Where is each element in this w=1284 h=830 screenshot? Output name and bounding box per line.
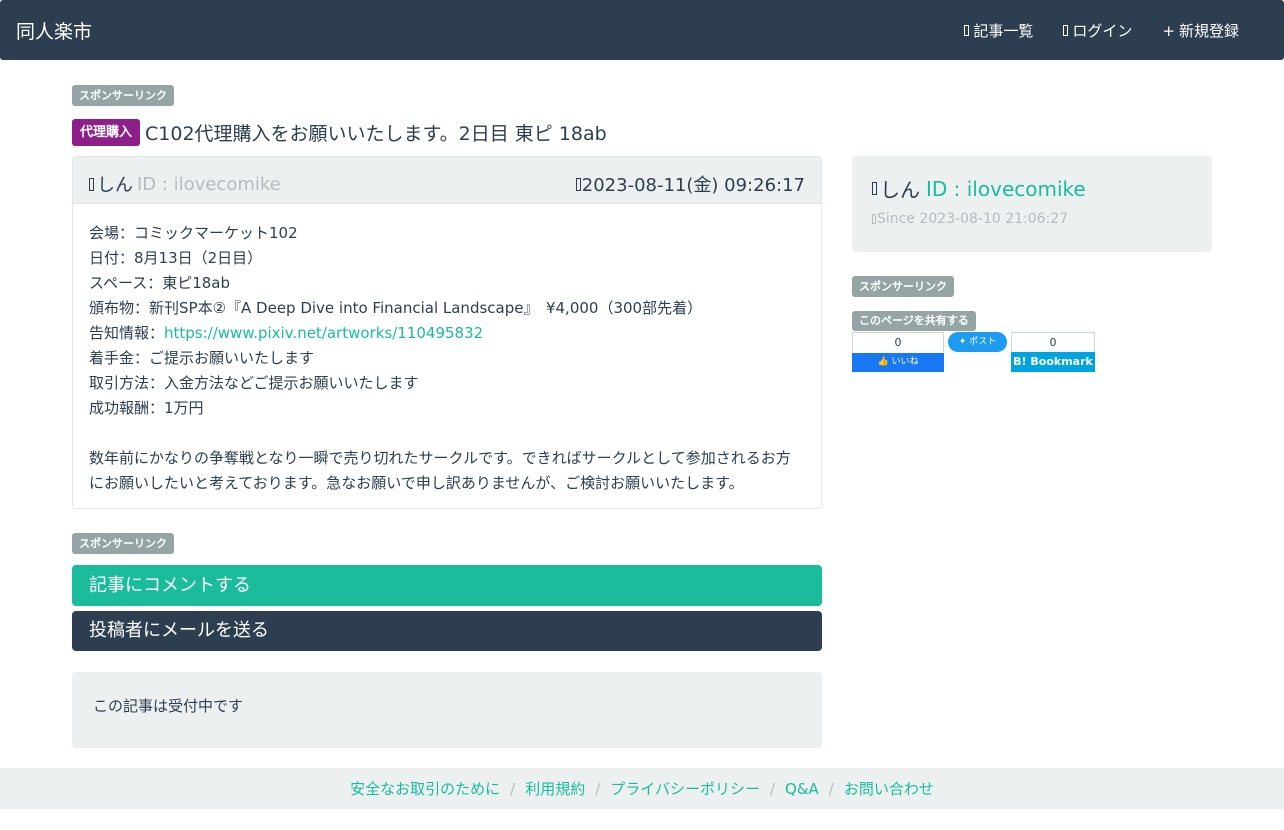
sponsor-label-top: スポンサーリンク — [72, 85, 174, 106]
clock-icon — [575, 177, 581, 191]
mail-button[interactable]: 投稿者にメールを送る — [72, 611, 822, 651]
footer-link-safety[interactable]: 安全なお取引のために — [350, 778, 500, 799]
author-id: ID : ilovecomike — [137, 173, 281, 195]
footer-separator: / — [828, 779, 834, 798]
author-profile-card: しん ID : ilovecomike Since 2023-08-10 21:… — [852, 156, 1212, 252]
article-line: 成功報酬：1万円 — [89, 399, 204, 417]
nav-login[interactable]: ログイン — [1063, 20, 1132, 41]
sponsor-label-sidebar: スポンサーリンク — [852, 276, 954, 297]
share-label: このページを共有する — [852, 311, 976, 331]
article-title-row: 代理購入 C102代理購入をお願いいたします。2日目 東ピ 18ab — [72, 119, 607, 146]
facebook-like-widget[interactable]: 0 👍 いいね — [852, 332, 944, 372]
posted-date: 2023-08-11(金) 09:26:17 — [575, 171, 805, 197]
twitter-bird-icon: ✦ — [958, 337, 967, 347]
list-icon — [964, 25, 970, 36]
status-box: この記事は受付中です — [72, 672, 822, 748]
profile-since: Since 2023-08-10 21:06:27 — [872, 211, 1068, 227]
article-line: 会場：コミックマーケット102 — [89, 224, 298, 242]
footer-link-contact[interactable]: お問い合わせ — [844, 778, 934, 799]
user-icon — [872, 182, 877, 195]
sponsor-label-middle: スポンサーリンク — [72, 533, 174, 554]
category-badge: 代理購入 — [72, 119, 141, 146]
article-note: 数年前にかなりの争奪戦となり一瞬で売り切れたサークルです。できればサークルとして… — [89, 449, 791, 492]
twitter-post-label: ポスト — [969, 337, 997, 347]
profile-name[interactable]: しん — [880, 174, 920, 203]
posted-date-text: 2023-08-11(金) 09:26:17 — [581, 175, 805, 196]
article-card: しん ID : ilovecomike 2023-08-11(金) 09:26:… — [72, 156, 822, 509]
nav-login-label: ログイン — [1072, 22, 1133, 40]
comment-button[interactable]: 記事にコメントする — [72, 565, 822, 606]
footer-separator: / — [595, 779, 601, 798]
login-icon — [1063, 25, 1069, 36]
profile-name-row: しん ID : ilovecomike — [872, 174, 1086, 203]
article-line: スペース：東ピ18ab — [89, 274, 231, 292]
user-icon — [89, 177, 94, 191]
info-label: 告知情報： — [89, 324, 165, 342]
author-info: しん ID : ilovecomike — [89, 171, 281, 197]
profile-since-text: Since 2023-08-10 21:06:27 — [877, 211, 1069, 227]
profile-id[interactable]: ID : ilovecomike — [926, 177, 1086, 201]
footer-separator: / — [510, 779, 516, 798]
status-text: この記事は受付中です — [93, 697, 244, 715]
article-line: 取引方法：入金方法などご提示お願いいたします — [89, 374, 419, 392]
article-card-header: しん ID : ilovecomike 2023-08-11(金) 09:26:… — [73, 157, 821, 204]
facebook-like-label: いいね — [891, 357, 919, 367]
nav-article-list[interactable]: 記事一覧 — [964, 20, 1033, 41]
footer-link-qa[interactable]: Q&A — [785, 780, 819, 798]
nav-links: 記事一覧 ログイン + 新規登録 — [964, 20, 1239, 41]
article-line: 日付：8月13日（2日目） — [89, 249, 263, 267]
nav-register[interactable]: + 新規登録 — [1162, 20, 1239, 41]
twitter-post-button[interactable]: ✦ ポスト — [948, 332, 1007, 352]
nav-article-list-label: 記事一覧 — [973, 22, 1034, 40]
calendar-icon — [872, 214, 876, 224]
footer-link-privacy[interactable]: プライバシーポリシー — [610, 778, 760, 799]
facebook-like-count: 0 — [852, 332, 944, 353]
footer: 安全なお取引のために / 利用規約 / プライバシーポリシー / Q&A / お… — [0, 768, 1284, 809]
footer-link-terms[interactable]: 利用規約 — [525, 778, 585, 799]
author-name[interactable]: しん — [97, 171, 133, 197]
facebook-like-button[interactable]: 👍 いいね — [852, 353, 944, 372]
site-brand[interactable]: 同人楽市 — [16, 17, 92, 44]
hatena-bookmark-widget[interactable]: 0 B! Bookmark — [1011, 332, 1095, 372]
footer-separator: / — [769, 779, 776, 798]
info-link[interactable]: https://www.pixiv.net/artworks/110495832 — [164, 324, 483, 342]
article-line: 頒布物：新刊SP本②『A Deep Dive into Financial La… — [89, 299, 703, 317]
navbar: 同人楽市 記事一覧 ログイン + 新規登録 — [0, 0, 1284, 60]
nav-register-label: 新規登録 — [1178, 22, 1239, 40]
article-line: 着手金：ご提示お願いいたします — [89, 349, 315, 367]
hatena-bookmark-count: 0 — [1011, 332, 1095, 352]
plus-icon: + — [1162, 21, 1175, 40]
article-info-line: 告知情報：https://www.pixiv.net/artworks/1104… — [89, 321, 805, 346]
thumbs-up-icon: 👍 — [877, 357, 889, 367]
article-body: 会場：コミックマーケット102 日付：8月13日（2日目） スペース：東ピ18a… — [73, 204, 821, 496]
article-title: C102代理購入をお願いいたします。2日目 東ピ 18ab — [145, 123, 607, 145]
hatena-bookmark-button[interactable]: B! Bookmark — [1011, 352, 1095, 372]
